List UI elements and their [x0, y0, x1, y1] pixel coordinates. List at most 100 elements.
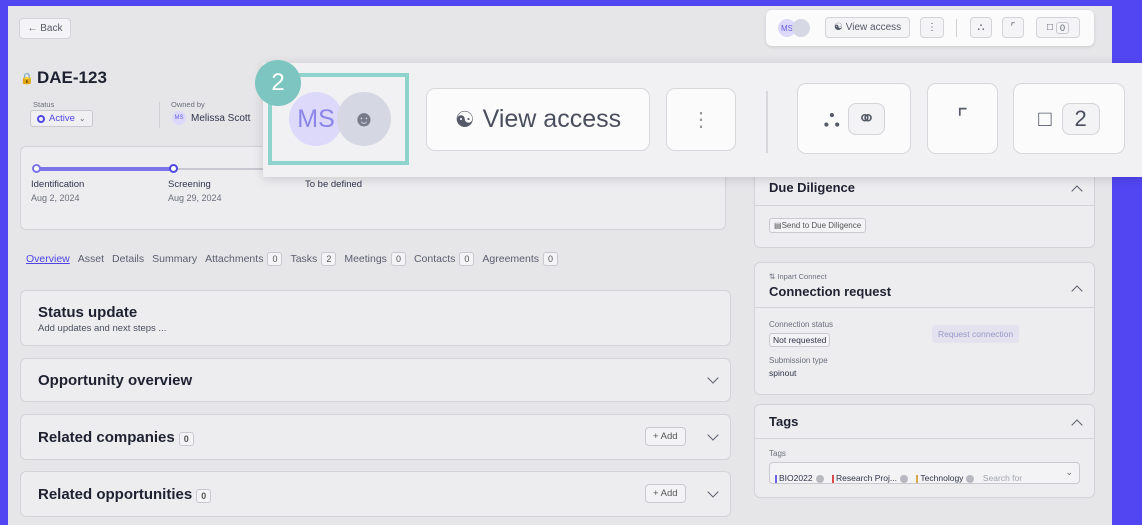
card-subtitle: Add updates and next steps ...	[38, 323, 167, 334]
related-opportunities-card[interactable]: Related opportunities 0 + Add	[20, 471, 731, 517]
workflow-button[interactable]: ⌜	[1002, 17, 1024, 38]
card-title: Tags	[769, 414, 799, 429]
tags-card: Tags Tags BIO2022 Research Proj... Techn…	[754, 404, 1095, 498]
workflow-icon: ⌜	[956, 105, 969, 132]
users-icon: ☯	[833, 22, 843, 33]
timeline-dot-screening	[169, 164, 178, 173]
group-avatar-icon: ☻	[337, 92, 391, 146]
send-icon: ▤	[774, 221, 782, 230]
status-select[interactable]: Active ⌄	[30, 110, 93, 127]
tag-chip[interactable]: BIO2022	[775, 473, 824, 483]
avatar-group[interactable]: MS	[778, 19, 812, 37]
tags-search-placeholder: Search for	[982, 473, 1023, 483]
record-id: DAE-123	[37, 68, 107, 87]
related-companies-card[interactable]: Related companies 0 + Add	[20, 414, 731, 460]
tab-count: 0	[543, 252, 559, 266]
card-title: Connection request	[769, 284, 892, 299]
tab-summary[interactable]: Summary	[152, 252, 197, 266]
add-opportunity-button[interactable]: + Add	[645, 484, 686, 503]
tab-agreements[interactable]: Agreements 0	[482, 252, 559, 266]
card-title: Due Diligence	[769, 180, 855, 195]
tab-details[interactable]: Details	[112, 252, 144, 266]
tab-count: 0	[267, 252, 283, 266]
comments-button[interactable]: □ 0	[1036, 17, 1080, 38]
submission-type-label: Submission type	[769, 356, 828, 365]
avatar: MS	[289, 92, 343, 146]
view-access-button-zoom[interactable]: ☯ View access	[426, 88, 650, 151]
users-icon: ☯	[454, 106, 475, 132]
chevron-up-icon[interactable]	[1071, 285, 1083, 297]
comment-count: 0	[1056, 21, 1070, 34]
remove-tag-icon[interactable]	[899, 474, 908, 483]
zoom-callout: 2 MS ☻ ☯ View access ⋮ ⛬ ⚭ ⌜ □ 2	[255, 60, 1142, 177]
stage-name: Identification	[31, 179, 85, 190]
status-value: Active	[49, 113, 75, 124]
remove-tag-icon[interactable]	[815, 474, 824, 483]
count-badge: 0	[196, 489, 212, 503]
tag-chip[interactable]: Research Proj...	[832, 473, 908, 483]
tab-contacts[interactable]: Contacts 0	[414, 252, 475, 266]
add-company-button[interactable]: + Add	[645, 427, 686, 446]
tag-color-bar	[832, 474, 835, 483]
chevron-down-icon: ⌄	[78, 114, 86, 123]
more-button-zoom[interactable]: ⋮	[666, 88, 736, 151]
owner-name: Melissa Scott	[191, 112, 251, 124]
database-link-button-zoom[interactable]: ⛬ ⚭	[797, 83, 911, 154]
count-badge: 0	[178, 432, 194, 446]
comment-icon: □	[1046, 22, 1054, 33]
card-title: Opportunity overview	[38, 372, 193, 389]
tab-attachments[interactable]: Attachments 0	[205, 252, 283, 266]
tags-input[interactable]: BIO2022 Research Proj... Technology Sear…	[769, 462, 1080, 484]
comments-button-zoom[interactable]: □ 2	[1013, 83, 1125, 154]
toolbar-divider-zoom	[766, 91, 768, 153]
tag-chip[interactable]: Technology	[916, 473, 975, 483]
more-button[interactable]: ⋮	[920, 17, 944, 38]
tab-bar: Overview Asset Details Summary Attachmen…	[26, 252, 559, 266]
back-button[interactable]: ← Back	[19, 18, 71, 39]
tab-overview[interactable]: Overview	[26, 252, 70, 266]
header-divider	[159, 102, 160, 128]
timeline-dot-identification	[32, 164, 41, 173]
request-connection-button[interactable]: Request connection	[932, 325, 1020, 343]
view-access-button[interactable]: ☯ View access	[825, 17, 910, 38]
opportunity-overview-card[interactable]: Opportunity overview	[20, 358, 731, 402]
stage-name: Screening	[168, 179, 211, 190]
status-dot-icon	[37, 114, 45, 123]
connection-status-label: Connection status	[769, 320, 834, 329]
connection-request-card: ⇅ Inpart Connect Connection request Conn…	[754, 262, 1095, 395]
comment-count: 2	[1061, 102, 1100, 135]
workflow-button-zoom[interactable]: ⌜	[927, 83, 998, 154]
comment-icon: □	[1038, 105, 1052, 131]
send-to-due-diligence-button[interactable]: ▤Send to Due Diligence	[769, 218, 867, 233]
chevron-up-icon[interactable]	[1071, 185, 1083, 197]
connection-status-value: Not requested	[769, 333, 831, 347]
owner-label: Owned by	[171, 100, 205, 109]
toolbar-divider	[956, 19, 957, 37]
stage-date: Aug 29, 2024	[168, 193, 222, 203]
database-button[interactable]: ⛬	[970, 17, 992, 38]
timeline-track	[36, 167, 176, 171]
owner-chip[interactable]: MS Melissa Scott	[172, 111, 250, 125]
chevron-down-icon[interactable]	[707, 372, 719, 384]
tab-count: 2	[321, 252, 337, 266]
tab-tasks[interactable]: Tasks 2	[290, 252, 337, 266]
card-divider	[755, 205, 1094, 206]
tab-meetings[interactable]: Meetings 0	[344, 252, 406, 266]
link-icon: ⚭	[848, 102, 885, 135]
chevron-down-icon[interactable]	[707, 486, 719, 498]
remove-tag-icon[interactable]	[966, 474, 975, 483]
card-title: Related opportunities 0	[38, 486, 212, 503]
avatar-group-zoom[interactable]: MS ☻	[289, 92, 399, 148]
chevron-down-icon[interactable]	[707, 429, 719, 441]
tags-label: Tags	[769, 449, 786, 458]
card-divider	[755, 307, 1094, 308]
tab-count: 0	[390, 252, 406, 266]
lock-icon: 🔒	[20, 73, 34, 85]
tag-color-bar	[775, 474, 777, 483]
tab-asset[interactable]: Asset	[78, 252, 104, 266]
chevron-down-icon: ⌄	[1065, 467, 1073, 477]
status-update-card[interactable]: Status update Add updates and next steps…	[20, 290, 731, 346]
submission-type-value: spinout	[769, 368, 797, 378]
status-label: Status	[33, 100, 55, 109]
chevron-up-icon[interactable]	[1071, 419, 1083, 431]
